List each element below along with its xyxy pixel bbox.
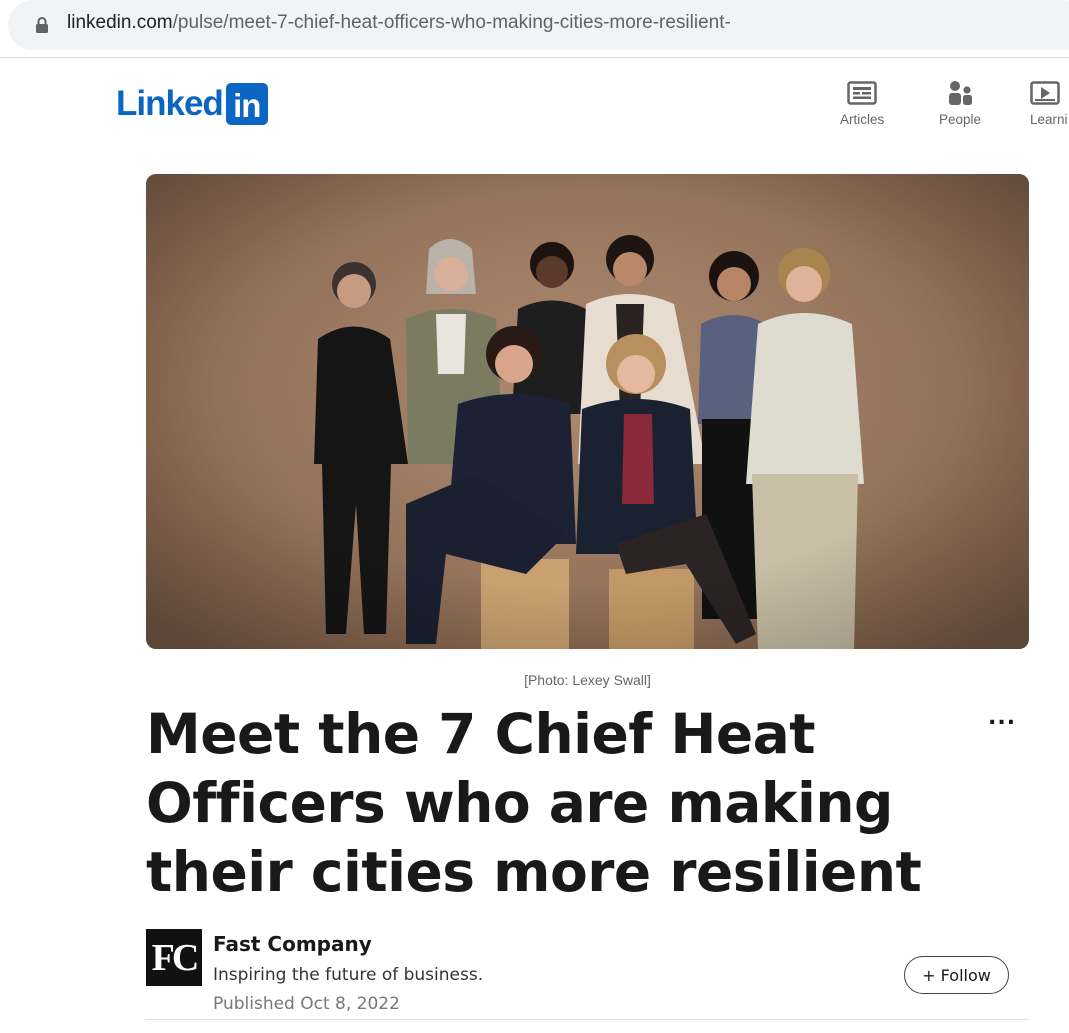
article-title: Meet the 7 Chief Heat Officers who are m… [146, 702, 922, 904]
address-bar[interactable]: linkedin.com/pulse/meet-7-chief-heat-off… [8, 0, 1069, 50]
author-logo[interactable]: FC [146, 929, 202, 986]
photo-caption: [Photo: Lexey Swall] [524, 672, 651, 688]
url-host: linkedin.com [67, 12, 173, 33]
lock-icon [36, 17, 48, 33]
learning-icon [1030, 80, 1068, 106]
url-path: /pulse/meet-7-chief-heat-officers-who-ma… [172, 12, 731, 33]
nav-people-label: People [939, 112, 982, 127]
nav-people[interactable]: People [939, 80, 981, 127]
articles-icon [840, 80, 884, 106]
divider [146, 1019, 1029, 1020]
linkedin-logo[interactable]: Linked in [116, 83, 268, 125]
logo-badge: in [225, 83, 268, 125]
article-hero-image [146, 174, 1029, 649]
nav-learning[interactable]: Learni [1030, 80, 1068, 127]
group-photo-illustration [146, 174, 1029, 649]
author-tagline: Inspiring the future of business. [213, 965, 484, 985]
logo-wordmark: Linked [116, 84, 224, 123]
author-name[interactable]: Fast Company [213, 932, 372, 956]
follow-button[interactable]: + Follow [904, 956, 1009, 994]
divider [0, 57, 1069, 58]
nav-articles-label: Articles [840, 112, 885, 127]
people-icon [939, 80, 981, 106]
more-options-button[interactable]: ... [988, 705, 1016, 730]
nav-articles[interactable]: Articles [840, 80, 884, 127]
published-date: Published Oct 8, 2022 [213, 994, 400, 1014]
url-text: linkedin.com/pulse/meet-7-chief-heat-off… [67, 12, 731, 34]
nav-learning-label: Learni [1030, 112, 1068, 127]
